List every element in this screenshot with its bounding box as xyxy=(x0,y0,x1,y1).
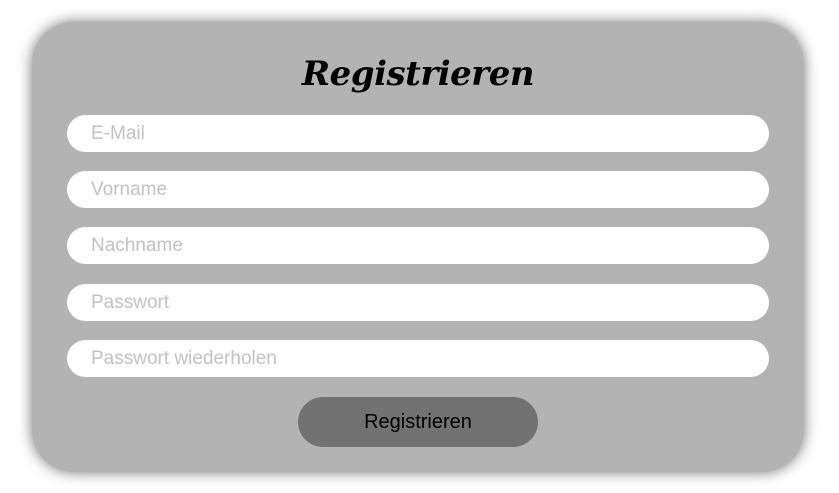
email-field[interactable] xyxy=(67,115,769,152)
password-repeat-field[interactable] xyxy=(67,340,769,377)
form-title: Registrieren xyxy=(301,54,535,94)
last-name-field[interactable] xyxy=(67,227,769,264)
register-button[interactable]: Registrieren xyxy=(298,397,538,447)
first-name-field[interactable] xyxy=(67,171,769,208)
registration-card: Registrieren Registrieren xyxy=(32,22,804,472)
password-field[interactable] xyxy=(67,284,769,321)
